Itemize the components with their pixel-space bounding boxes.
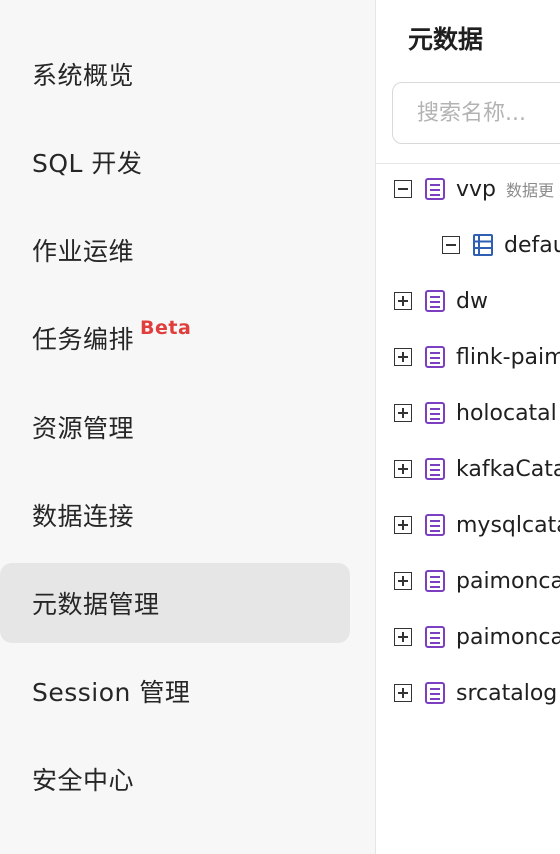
database-icon (473, 234, 493, 256)
expand-toggle[interactable] (394, 572, 412, 590)
collapse-toggle[interactable] (394, 180, 412, 198)
sidebar-item-data-connections[interactable]: 数据连接 (0, 475, 350, 555)
catalog-icon (425, 570, 445, 592)
tree-node-dw[interactable]: dw (394, 283, 488, 319)
tree-node-paimoncatalog-2[interactable]: paimonca (394, 619, 560, 655)
sidebar-item-task-orchestration[interactable]: 任务编排 Beta (0, 298, 350, 378)
sidebar-item-label: 任务编排 (32, 325, 135, 354)
sidebar-item-sql-dev[interactable]: SQL 开发 (0, 122, 350, 202)
sidebar-item-job-ops[interactable]: 作业运维 (0, 210, 350, 290)
sidebar-item-label: SQL 开发 (32, 149, 143, 178)
sidebar-item-label: 资源管理 (32, 414, 135, 443)
sidebar-item-label: 安全中心 (32, 766, 135, 795)
catalog-icon (425, 626, 445, 648)
panel-title: 元数据 (408, 25, 484, 54)
sidebar-item-metadata[interactable]: 元数据管理 (0, 563, 350, 643)
sidebar-item-session[interactable]: Session 管理 (0, 651, 350, 731)
tree-node-holocatalog[interactable]: holocatal (394, 395, 557, 431)
expand-toggle[interactable] (394, 684, 412, 702)
sidebar-item-overview[interactable]: 系统概览 (0, 34, 350, 114)
tree-node-label: flink-paim (456, 344, 560, 370)
catalog-icon (425, 290, 445, 312)
expand-toggle[interactable] (394, 404, 412, 422)
expand-toggle[interactable] (394, 460, 412, 478)
tree-node-label: srcatalog (456, 680, 558, 706)
tree-node-label: paimonca (456, 568, 560, 594)
tree-node-label: defau (504, 232, 560, 258)
tree-node-label: dw (456, 288, 488, 314)
expand-toggle[interactable] (394, 348, 412, 366)
tree-node-default[interactable]: defau (442, 227, 560, 263)
sidebar-item-label: Session 管理 (32, 678, 191, 707)
tree-node-label: vvp (456, 176, 497, 202)
sidebar-nav: 系统概览 SQL 开发 作业运维 任务编排 Beta 资源管理 数据连接 元数据… (0, 0, 376, 854)
expand-toggle[interactable] (394, 292, 412, 310)
sidebar-item-label: 系统概览 (32, 61, 135, 90)
tree-node-paimoncatalog-1[interactable]: paimonca (394, 563, 560, 599)
catalog-icon (425, 514, 445, 536)
divider (376, 163, 560, 164)
sidebar-item-label: 数据连接 (32, 502, 135, 531)
sidebar-item-label: 作业运维 (32, 237, 135, 266)
expand-toggle[interactable] (394, 628, 412, 646)
tree-node-vvp[interactable]: vvp 数据更 (394, 171, 554, 207)
sidebar-item-label: 元数据管理 (32, 590, 160, 619)
metadata-panel: 元数据 vvp 数据更 defau dw (376, 0, 560, 854)
expand-toggle[interactable] (394, 516, 412, 534)
sidebar-item-security[interactable]: 安全中心 (0, 739, 350, 819)
catalog-icon (425, 178, 445, 200)
catalog-icon (425, 458, 445, 480)
tree-node-kafkacatalog[interactable]: kafkaCata (394, 451, 560, 487)
catalog-icon (425, 346, 445, 368)
tree-node-label: holocatal (456, 400, 557, 426)
search-input[interactable] (392, 82, 560, 144)
tree-node-label: paimonca (456, 624, 560, 650)
catalog-icon (425, 682, 445, 704)
beta-badge: Beta (140, 317, 192, 339)
collapse-toggle[interactable] (442, 236, 460, 254)
tree-node-srcatalog[interactable]: srcatalog (394, 675, 557, 711)
tree-node-meta: 数据更 (506, 181, 555, 200)
tree-node-label: kafkaCata (456, 456, 560, 482)
catalog-icon (425, 402, 445, 424)
tree-node-label: mysqlcata (456, 512, 560, 538)
tree-node-mysqlcatalog[interactable]: mysqlcata (394, 507, 560, 543)
tree-node-flink-paimon[interactable]: flink-paim (394, 339, 560, 375)
sidebar-item-resources[interactable]: 资源管理 (0, 387, 350, 467)
